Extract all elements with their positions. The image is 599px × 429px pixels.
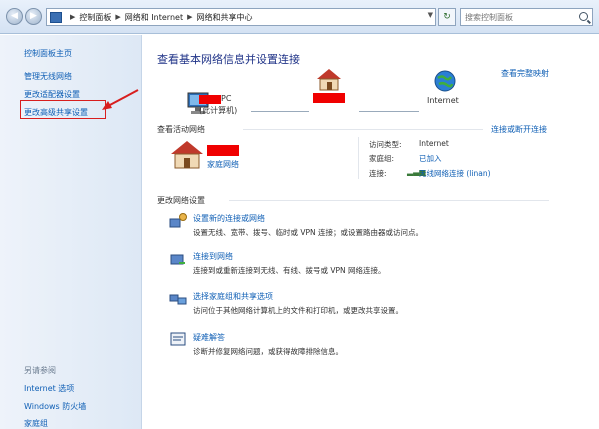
chevron-down-icon[interactable]: ▼: [428, 11, 433, 19]
option-desc: 诊断并修复网络问题，或获得故障排除信息。: [193, 347, 343, 356]
refresh-button[interactable]: ↻: [438, 8, 456, 26]
connect-network-icon: [170, 254, 185, 265]
option-homegroup-sharing[interactable]: 选择家庭组和共享选项: [193, 291, 273, 302]
computer-name: PC: [221, 94, 232, 103]
search-input[interactable]: [461, 9, 571, 25]
active-networks-title: 查看活动网络: [157, 125, 205, 134]
forward-button[interactable]: ▶: [25, 8, 42, 25]
search-icon[interactable]: [579, 12, 588, 21]
breadcrumb[interactable]: ▶ 控制面板 ▶ 网络和 Internet ▶ 网络和共享中心 ▼: [46, 8, 436, 26]
chevron-right-icon: ▶: [187, 13, 193, 21]
annotation-highlight-box: [20, 100, 106, 119]
see-also-homegroup[interactable]: 家庭组: [24, 418, 48, 429]
sidebar-item-home[interactable]: 控制面板主页: [24, 48, 72, 59]
connection-line: [251, 111, 309, 112]
see-also-title: 另请参阅: [24, 366, 56, 375]
chevron-right-icon: ▶: [115, 13, 121, 21]
homegroup-link[interactable]: 已加入: [419, 153, 442, 164]
breadcrumb-item[interactable]: 控制面板: [79, 12, 111, 23]
breadcrumb-item[interactable]: 网络和 Internet: [125, 12, 183, 23]
full-map-link[interactable]: 查看完整映射: [501, 68, 549, 79]
computer-subtitle: (此计算机): [199, 106, 238, 115]
homegroup-sharing-icon: [169, 294, 187, 305]
home-network-icon: [171, 141, 203, 169]
redaction-mark: [207, 145, 239, 156]
back-button[interactable]: ◀: [6, 8, 23, 25]
divider: [229, 200, 549, 201]
network-type-link[interactable]: 家庭网络: [207, 159, 239, 170]
internet-label: Internet: [427, 96, 459, 105]
address-bar: ◀ ▶ ▶ 控制面板 ▶ 网络和 Internet ▶ 网络和共享中心 ▼ ↻: [0, 0, 599, 34]
sidebar-item-manage-wireless[interactable]: 管理无线网络: [24, 71, 72, 82]
search-box: [460, 8, 593, 26]
option-connect-network[interactable]: 连接到网络: [193, 251, 233, 262]
option-desc: 访问位于其他网络计算机上的文件和打印机，或更改共享设置。: [193, 306, 403, 315]
divider: [358, 137, 359, 179]
see-also-firewall[interactable]: Windows 防火墙: [24, 401, 86, 412]
wireless-connection-link[interactable]: 无线网络连接 (linan): [419, 168, 491, 179]
option-troubleshoot[interactable]: 疑难解答: [193, 332, 225, 343]
option-desc: 连接到或重新连接到无线、有线、拨号或 VPN 网络连接。: [193, 266, 386, 275]
option-new-connection[interactable]: 设置新的连接或网络: [193, 213, 265, 224]
sidebar-item-adapter-settings[interactable]: 更改适配器设置: [24, 89, 80, 100]
main-content: 查看基本网络信息并设置连接 查看完整映射 PC (此计算机) Internet …: [143, 35, 599, 429]
annotation-arrow-icon: [102, 89, 139, 110]
connect-disconnect-link[interactable]: 连接或断开连接: [491, 124, 547, 135]
connection-label: 连接:: [369, 169, 387, 178]
homegroup-label: 家庭组:: [369, 154, 395, 163]
change-settings-title: 更改网络设置: [157, 196, 205, 205]
access-type-value: Internet: [419, 139, 449, 148]
connection-line: [359, 111, 419, 112]
divider: [243, 129, 483, 130]
page-title: 查看基本网络信息并设置连接: [157, 53, 300, 66]
see-also-internet-options[interactable]: Internet 选项: [24, 383, 74, 394]
troubleshoot-icon: [170, 332, 186, 346]
access-type-label: 访问类型:: [369, 140, 402, 149]
chevron-right-icon: ▶: [70, 13, 76, 21]
option-desc: 设置无线、宽带、拨号、临时或 VPN 连接；或设置路由器或访问点。: [193, 228, 424, 237]
globe-icon: [434, 70, 456, 92]
redaction-mark: [313, 93, 345, 103]
breadcrumb-item[interactable]: 网络和共享中心: [196, 12, 252, 23]
control-panel-icon: [50, 11, 62, 23]
redaction-mark: [199, 95, 221, 104]
home-network-icon: [317, 69, 341, 91]
new-connection-icon: [169, 213, 187, 228]
